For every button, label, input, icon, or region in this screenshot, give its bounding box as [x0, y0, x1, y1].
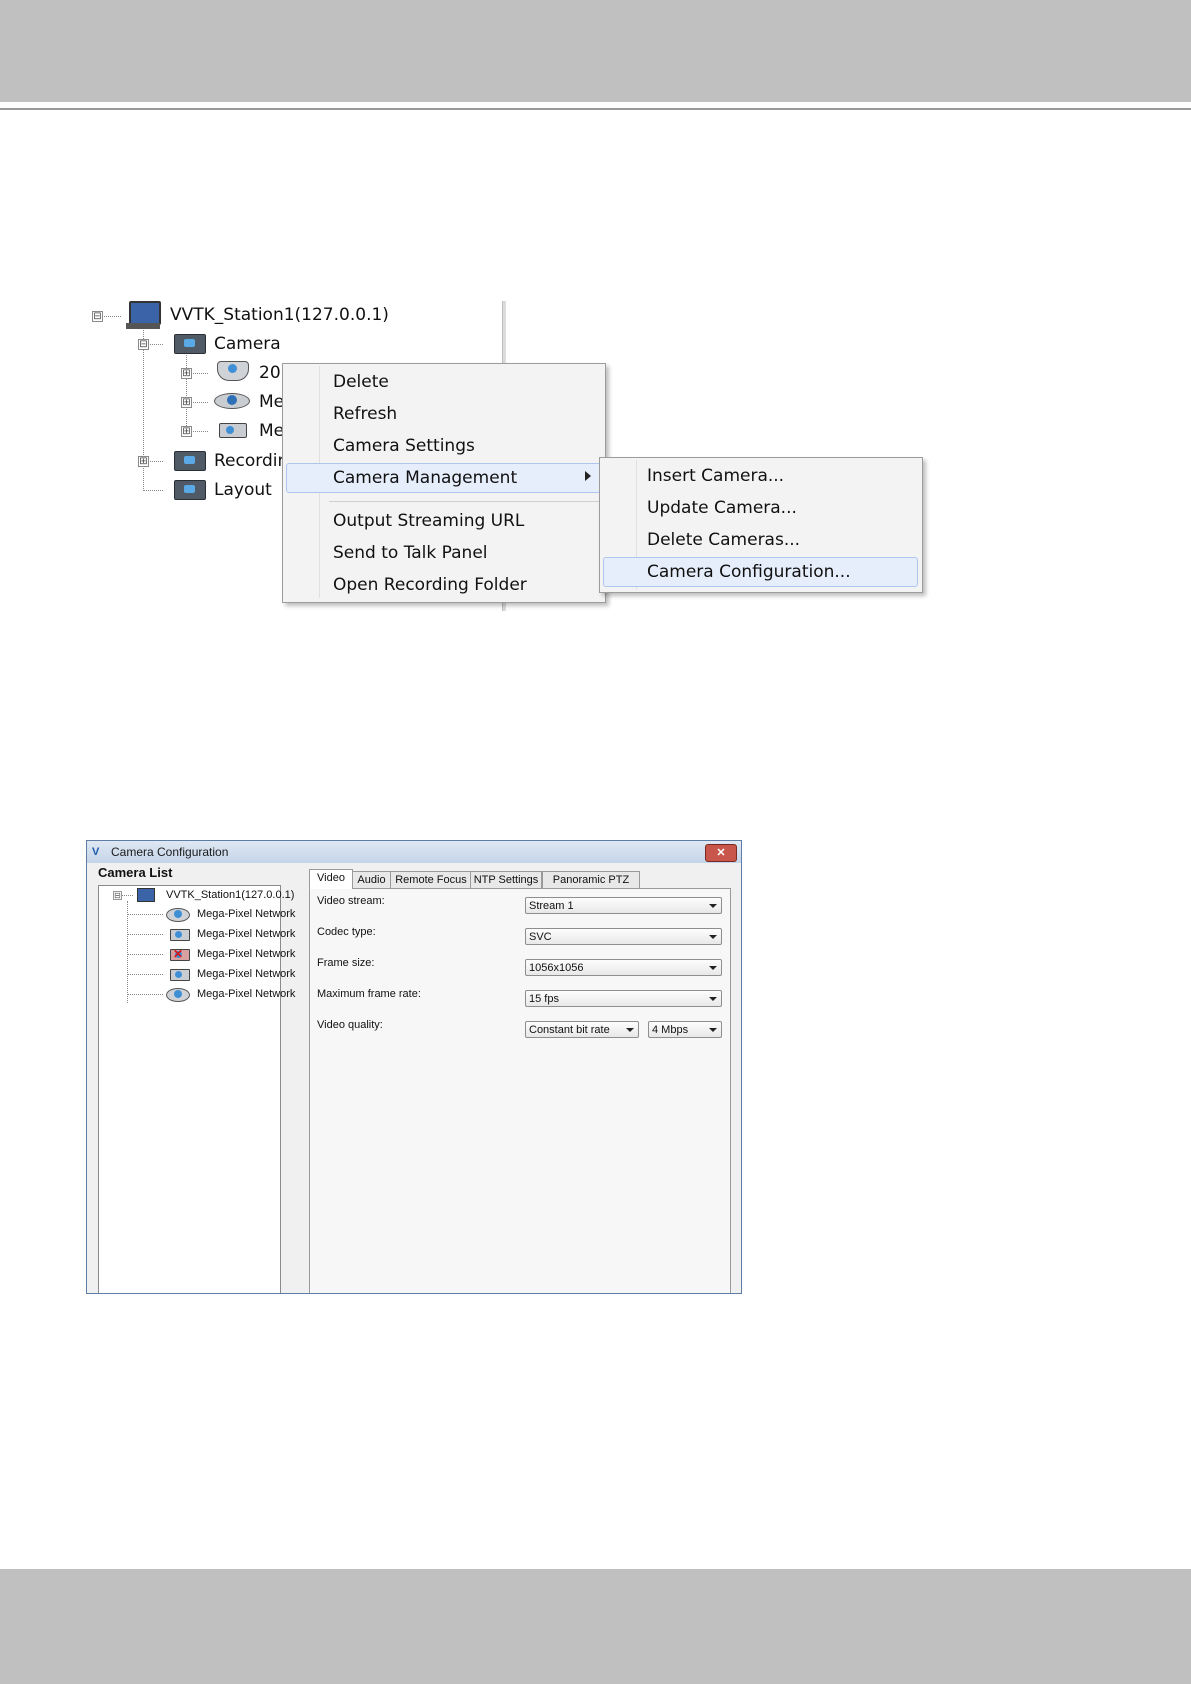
- chevron-down-icon: [709, 935, 717, 939]
- codec-type-select[interactable]: SVC: [525, 928, 722, 945]
- tree-line: [127, 934, 163, 935]
- tree-line: [127, 974, 163, 975]
- video-stream-label: Video stream:: [317, 895, 385, 907]
- codec-type-label: Codec type:: [317, 926, 376, 938]
- disconnected-camera-icon: [170, 947, 190, 961]
- chevron-down-icon: [709, 997, 717, 1001]
- codec-type-value: SVC: [529, 931, 552, 943]
- dome-camera-icon: [166, 908, 190, 922]
- menu-item-refresh[interactable]: Refresh: [333, 404, 397, 424]
- menu-item-delete-cameras[interactable]: Delete Cameras...: [647, 530, 800, 550]
- tree-line: [127, 954, 163, 955]
- chevron-down-icon: [709, 1028, 717, 1032]
- video-stream-value: Stream 1: [529, 900, 574, 912]
- box-camera-icon: [170, 929, 190, 941]
- max-frame-rate-select[interactable]: 15 fps: [525, 990, 722, 1007]
- menu-item-camera-settings[interactable]: Camera Settings: [333, 436, 475, 456]
- tree-line: [127, 914, 163, 915]
- computer-icon: [129, 301, 161, 325]
- tree-context-menu-screenshot: ⊟ VVTK_Station1(127.0.0.1) ⊟ Camera ⊞ 20…: [88, 297, 933, 617]
- bitrate-select[interactable]: 4 Mbps: [648, 1021, 722, 1038]
- tab-audio[interactable]: Audio: [351, 871, 392, 888]
- menu-item-output-streaming-url[interactable]: Output Streaming URL: [333, 511, 524, 531]
- camera-list-item[interactable]: Mega-Pixel Network: [197, 988, 295, 1000]
- video-quality-label: Video quality:: [317, 1019, 383, 1031]
- tree-line: [127, 994, 163, 995]
- camera-list-panel: ⊟ VVTK_Station1(127.0.0.1) Mega-Pixel Ne…: [98, 885, 295, 1293]
- tree-line: [127, 901, 128, 1003]
- frame-size-value: 1056x1056: [529, 962, 584, 974]
- max-frame-rate-label: Maximum frame rate:: [317, 988, 421, 1000]
- camera-list-item[interactable]: Mega-Pixel Network: [197, 948, 295, 960]
- window-title: Camera Configuration: [111, 845, 229, 859]
- camera-list-item[interactable]: Mega-Pixel Network: [197, 908, 295, 920]
- header-divider: [0, 108, 1191, 110]
- video-stream-select[interactable]: Stream 1: [525, 897, 722, 914]
- collapse-icon[interactable]: ⊟: [113, 891, 122, 900]
- menu-item-camera-configuration[interactable]: Camera Configuration...: [647, 562, 851, 582]
- frame-size-label: Frame size:: [317, 957, 375, 969]
- camera-folder-icon: [174, 334, 206, 354]
- tree-recording-label[interactable]: Recordin: [214, 451, 288, 471]
- close-button[interactable]: ✕: [705, 844, 737, 862]
- collapse-icon[interactable]: ⊟: [138, 339, 149, 350]
- fisheye-camera-icon: [166, 988, 190, 1002]
- video-tab-panel: Video stream: Stream 1 Codec type: SVC F…: [309, 888, 731, 1293]
- frame-size-select[interactable]: 1056x1056: [525, 959, 722, 976]
- camera-list-item[interactable]: Mega-Pixel Network: [197, 968, 295, 980]
- menu-item-update-camera[interactable]: Update Camera...: [647, 498, 797, 518]
- tree-camera-label[interactable]: Me: [259, 392, 284, 412]
- tree-station-label[interactable]: VVTK_Station1(127.0.0.1): [170, 305, 389, 325]
- dome-camera-icon: [217, 361, 249, 381]
- collapse-icon[interactable]: ⊟: [92, 311, 103, 322]
- submenu-arrow-icon: [585, 471, 591, 481]
- tab-ntp-settings[interactable]: NTP Settings: [470, 871, 542, 888]
- box-camera-icon: [219, 423, 247, 438]
- computer-base-icon: [126, 323, 160, 329]
- camera-list-title: Camera List: [98, 865, 173, 880]
- page-footer-band: [0, 1569, 1191, 1684]
- menu-item-open-recording-folder[interactable]: Open Recording Folder: [333, 575, 527, 595]
- context-menu: Delete Refresh Camera Settings Camera Ma…: [282, 363, 606, 603]
- chevron-down-icon: [626, 1028, 634, 1032]
- expand-icon[interactable]: ⊞: [181, 368, 192, 379]
- page-header-band: [0, 0, 1191, 102]
- tab-remote-focus[interactable]: Remote Focus: [390, 871, 472, 888]
- tree-line: [186, 347, 187, 432]
- menu-item-camera-management[interactable]: Camera Management: [333, 468, 517, 488]
- expand-icon[interactable]: ⊞: [181, 397, 192, 408]
- computer-icon: [137, 888, 155, 902]
- tab-panoramic-ptz[interactable]: Panoramic PTZ: [542, 871, 640, 888]
- expand-icon[interactable]: ⊞: [138, 456, 149, 467]
- menu-item-delete[interactable]: Delete: [333, 372, 389, 392]
- chevron-down-icon: [709, 966, 717, 970]
- camera-configuration-window: V Camera Configuration ✕ Camera List ⊟ V…: [86, 840, 742, 1294]
- title-bar[interactable]: V Camera Configuration ✕: [87, 841, 741, 863]
- tab-video[interactable]: Video: [309, 869, 353, 889]
- video-quality-select[interactable]: Constant bit rate: [525, 1021, 639, 1038]
- camera-list-station[interactable]: VVTK_Station1(127.0.0.1): [166, 889, 294, 901]
- expand-icon[interactable]: ⊞: [181, 426, 192, 437]
- tree-camera-label[interactable]: 20: [259, 363, 281, 383]
- camera-management-submenu: Insert Camera... Update Camera... Delete…: [599, 457, 923, 593]
- max-frame-rate-value: 15 fps: [529, 993, 559, 1005]
- recording-folder-icon: [174, 451, 206, 471]
- app-logo-icon: V: [92, 846, 100, 858]
- chevron-down-icon: [709, 904, 717, 908]
- video-quality-value: Constant bit rate: [529, 1024, 610, 1036]
- tree-camera-folder-label[interactable]: Camera: [214, 334, 281, 354]
- fisheye-camera-icon: [214, 393, 250, 409]
- menu-item-send-to-talk-panel[interactable]: Send to Talk Panel: [333, 543, 488, 563]
- tree-line: [143, 490, 163, 491]
- menu-item-insert-camera[interactable]: Insert Camera...: [647, 466, 784, 486]
- tree-layout-label[interactable]: Layout: [214, 480, 272, 500]
- menu-separator: [329, 501, 601, 502]
- bitrate-value: 4 Mbps: [652, 1024, 689, 1036]
- tree-camera-label[interactable]: Me: [259, 421, 284, 441]
- layout-folder-icon: [174, 480, 206, 500]
- camera-list-item[interactable]: Mega-Pixel Network: [197, 928, 295, 940]
- box-camera-icon: [170, 969, 190, 981]
